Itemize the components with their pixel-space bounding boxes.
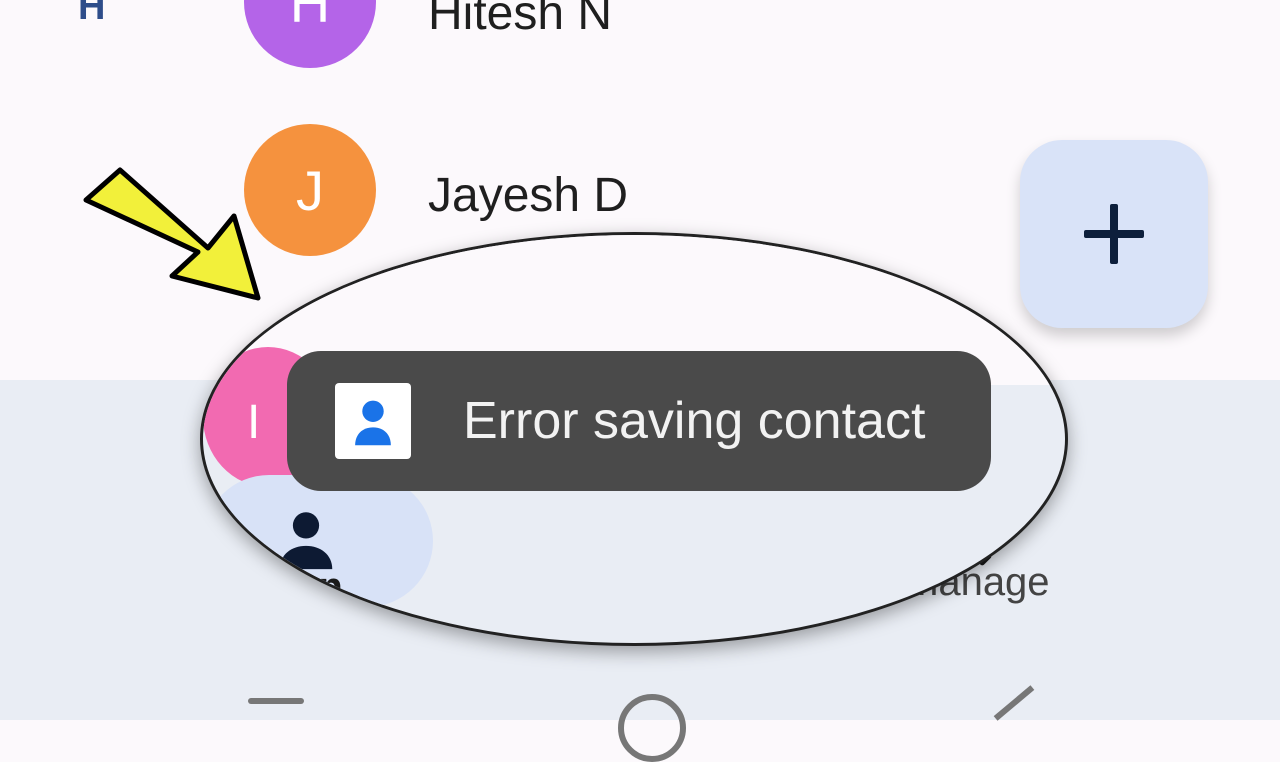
section-header-h: H (78, 0, 106, 28)
contact-name[interactable]: Hitesh N (428, 0, 612, 41)
contact-name[interactable]: Jayesh D (428, 168, 628, 223)
toast-message: Error saving contact (463, 392, 926, 450)
home-icon[interactable] (618, 694, 686, 762)
avatar[interactable]: H (244, 0, 376, 68)
contacts-app-icon (335, 383, 411, 459)
avatar-initial: I (247, 396, 261, 449)
magnifier-callout: I Con Error saving contact (200, 232, 1068, 646)
error-toast: Error saving contact (287, 351, 991, 491)
menu-icon[interactable] (248, 698, 304, 704)
system-navigation-bar (0, 685, 1280, 762)
nav-contacts-label[interactable]: Con (265, 565, 343, 610)
pointer-arrow (83, 167, 261, 301)
avatar-initial: J (296, 158, 324, 222)
back-icon[interactable] (993, 685, 1035, 721)
avatar-initial: H (289, 0, 331, 34)
